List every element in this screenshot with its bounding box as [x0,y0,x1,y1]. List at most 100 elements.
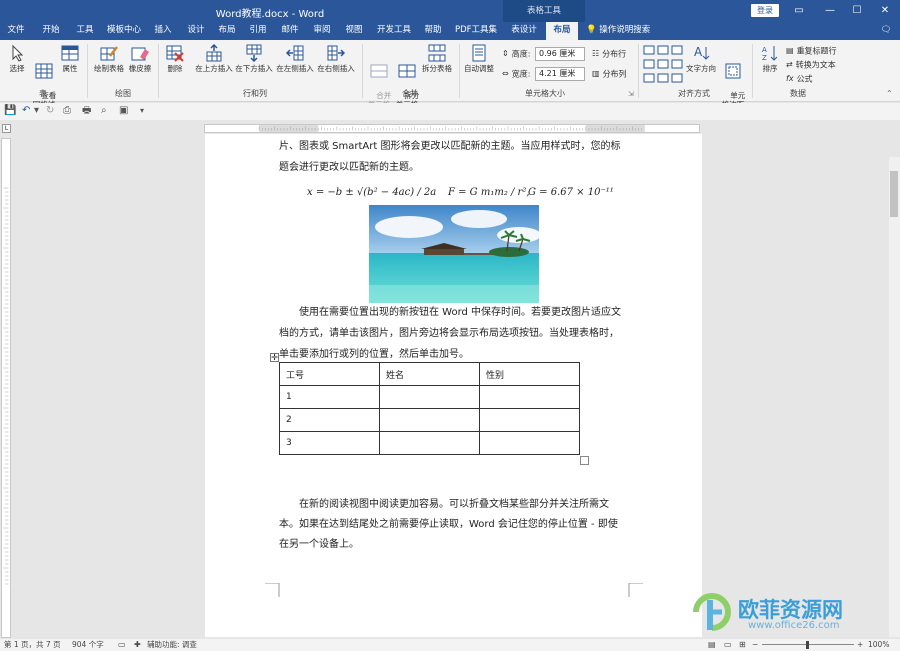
focus-mode-icon[interactable]: ▤ [708,639,716,651]
col-width-input[interactable]: 4.21 厘米 [535,67,585,81]
properties-button[interactable]: 属性 [58,44,82,73]
minimize-icon[interactable]: — [815,0,845,22]
table-cell[interactable] [379,431,480,455]
tab-references[interactable]: 引用 [246,22,270,40]
tab-home[interactable]: 开始 [38,22,64,40]
distribute-cols-button[interactable]: ▥ 分布列 [592,68,627,81]
cell-size-dialog-launcher-icon[interactable]: ⇲ [628,88,634,100]
tab-help[interactable]: 帮助 [421,22,445,40]
word-count[interactable]: 904 个字 [72,639,104,651]
accessibility-status[interactable]: 辅助功能: 调查 [147,639,197,651]
table-cell[interactable]: 性别 [479,362,580,386]
tell-me-search[interactable]: 💡 操作说明搜索 [586,22,656,40]
table-cell[interactable]: 2 [279,408,380,432]
tab-pdf-tools[interactable]: PDF工具集 [454,22,498,40]
screenshot-icon[interactable]: ▣ [119,106,128,116]
group-label-table: 表 [39,89,47,98]
eraser-button[interactable]: 橡皮擦 [126,44,154,73]
tab-mailings[interactable]: 邮件 [278,22,302,40]
group-label-alignment: 对齐方式 [678,89,710,98]
tab-developer[interactable]: 开发工具 [375,22,413,40]
draw-table-button[interactable]: 绘制表格 [92,44,126,73]
search-icon[interactable]: ⌕ [101,106,107,116]
insert-below-button[interactable]: 在下方插入 [234,44,274,73]
tab-insert[interactable]: 插入 [151,22,175,40]
autofit-icon [472,44,486,62]
data-table[interactable]: 工号 姓名 性别 1 2 3 [279,362,580,455]
proofing-icon[interactable]: ▭ [118,639,126,651]
distribute-rows-button[interactable]: ☷ 分布行 [592,48,626,61]
table-cell[interactable] [479,408,580,432]
tab-page-layout[interactable]: 布局 [215,22,239,40]
close-icon[interactable]: ✕ [870,0,900,22]
maximize-icon[interactable]: ☐ [842,0,872,22]
horizontal-ruler[interactable] [204,124,700,133]
page-count[interactable]: 第 1 页，共 7 页 [4,639,61,651]
insert-left-button[interactable]: 在左侧插入 [275,44,315,73]
row-height-icon: ⇕ [502,49,509,58]
login-button[interactable]: 登录 [751,4,779,17]
sort-az-icon: AZ [762,46,778,62]
insert-right-button[interactable]: 在右侧插入 [316,44,356,73]
table-cell[interactable]: 姓名 [379,362,480,386]
vertical-ruler[interactable] [1,138,11,638]
ribbon-display-icon[interactable]: ▭ [784,0,814,22]
context-group-label: 表格工具 [503,0,585,22]
vertical-scrollbar[interactable] [889,157,900,637]
print-layout-icon[interactable]: ▭ [724,639,732,651]
tab-design[interactable]: 设计 [184,22,208,40]
split-table-button[interactable]: 拆分表格 [420,44,454,73]
convert-to-text-button[interactable]: ⇄ 转换为文本 [786,59,836,72]
split-cells-icon [398,64,416,78]
accessibility-icon[interactable]: ✚ [134,639,141,651]
print-preview-icon[interactable]: ⎙ [63,106,71,116]
print-icon[interactable]: 🖶 [82,106,91,116]
tab-template-center[interactable]: 模板中心 [104,22,144,40]
collapse-ribbon-icon[interactable]: ⌃ [886,88,893,100]
tab-file[interactable]: 文件 [4,22,28,40]
comments-icon[interactable]: 🗨 [876,22,896,40]
table-resize-handle[interactable] [580,456,589,465]
tab-table-design[interactable]: 表设计 [507,22,541,40]
alignment-grid-icon[interactable] [643,45,685,83]
delete-table-icon [166,45,184,62]
table-cell[interactable]: 工号 [279,362,380,386]
save-icon[interactable]: 💾 [4,106,16,116]
undo-icon[interactable]: ↶ [22,106,30,116]
formula-button[interactable]: fx 公式 [786,73,813,86]
text-direction-button[interactable]: A 文字方向 [686,44,716,73]
tab-table-layout[interactable]: 布局 [546,22,578,40]
row-height-input[interactable]: 0.96 厘米 [535,47,585,61]
web-layout-icon[interactable]: ⊞ [739,639,746,651]
zoom-level[interactable]: 100% [868,639,889,651]
autofit-button[interactable]: 自动调整 [462,44,496,73]
table-cell[interactable] [479,431,580,455]
office26-logo-icon [693,593,731,631]
table-cell[interactable]: 3 [279,431,380,455]
tab-review[interactable]: 审阅 [310,22,334,40]
table-move-handle-icon[interactable]: ✛ [270,353,279,362]
table-cell[interactable] [379,385,480,409]
table-properties-icon [61,45,79,61]
scrollbar-thumb[interactable] [890,171,898,217]
select-button[interactable]: 选择 [4,44,30,73]
zoom-out-icon[interactable]: − [752,639,758,651]
insert-above-button[interactable]: 在上方插入 [194,44,234,73]
customize-qat-icon[interactable]: ▾ [140,106,144,116]
beach-image[interactable] [369,205,539,303]
zoom-in-icon[interactable]: + [857,639,863,651]
zoom-slider-thumb[interactable] [806,641,809,649]
undo-dropdown-icon[interactable]: ▾ [34,106,39,116]
redo-icon[interactable]: ↻ [46,106,54,116]
table-cell[interactable] [379,408,480,432]
paragraph-line: 档的方式，请单击该图片，图片旁边将会显示布局选项按钮。当处理表格时， [279,328,619,339]
table-cell[interactable]: 1 [279,385,380,409]
repeat-header-button[interactable]: ▤ 重复标题行 [786,45,837,58]
tab-tools[interactable]: 工具 [73,22,97,40]
delete-button[interactable]: 删除 [162,44,188,73]
tab-selector-icon[interactable]: L [2,124,11,133]
table-cell[interactable] [479,385,580,409]
paragraph-line: 本。如果在达到结尾处之前需要停止读取，Word 会记住您的停止位置 - 即使 [279,519,618,530]
tab-view[interactable]: 视图 [342,22,366,40]
sort-button[interactable]: AZ 排序 [757,44,783,73]
